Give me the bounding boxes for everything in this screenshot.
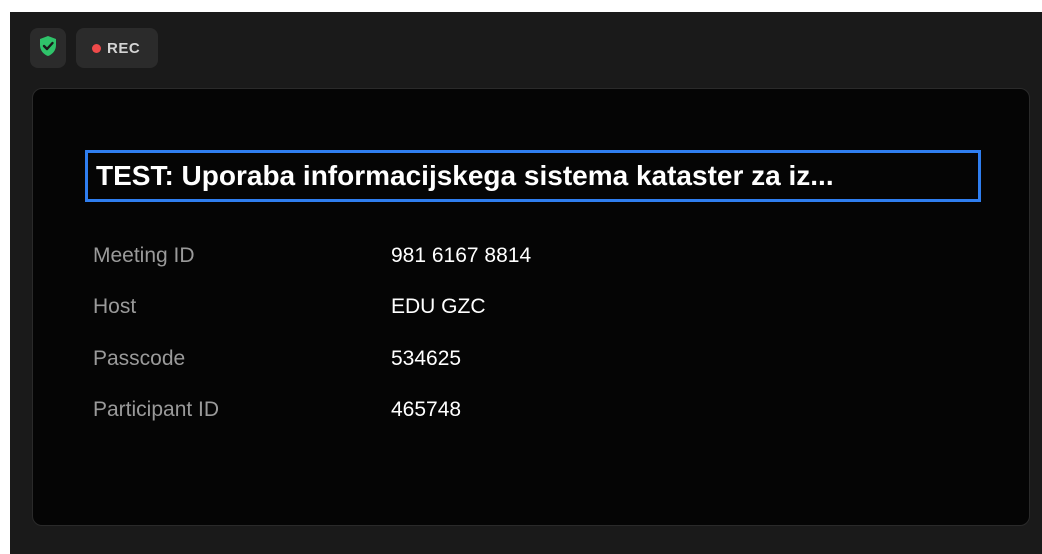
recording-indicator-button[interactable]: REC — [76, 28, 159, 68]
participant-id-value: 465748 — [391, 398, 462, 421]
meeting-title-focus-box[interactable]: TEST: Uporaba informacijskega sistema ka… — [85, 150, 981, 202]
participant-id-row: Participant ID 465748 — [93, 395, 461, 425]
meeting-id-value: 981 6167 8814 — [391, 244, 532, 267]
meeting-id-row: Meeting ID 981 6167 8814 — [93, 241, 531, 271]
passcode-value: 534625 — [391, 347, 462, 370]
meeting-title: TEST: Uporaba informacijskega sistema ka… — [96, 160, 834, 191]
shield-check-icon — [38, 35, 58, 62]
passcode-label: Passcode — [93, 347, 186, 370]
passcode-row: Passcode 534625 — [93, 344, 461, 374]
participant-id-label: Participant ID — [93, 398, 220, 421]
record-dot-icon — [92, 43, 101, 53]
host-value: EDU GZC — [391, 295, 486, 318]
meeting-info-window: REC TEST: Uporaba informacijskega sistem… — [10, 12, 1042, 554]
meeting-info-panel: TEST: Uporaba informacijskega sistema ka… — [32, 88, 1030, 526]
host-row: Host EDU GZC — [93, 292, 486, 322]
meeting-id-label: Meeting ID — [93, 244, 195, 267]
security-button[interactable] — [30, 28, 66, 68]
top-toolbar: REC — [30, 28, 159, 68]
recording-label: REC — [107, 39, 141, 57]
host-label: Host — [93, 295, 137, 318]
